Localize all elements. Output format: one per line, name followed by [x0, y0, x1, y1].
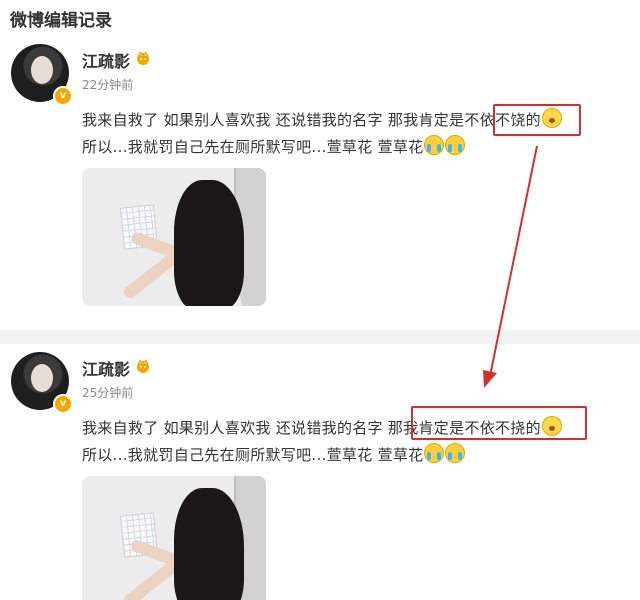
- down-arrow-annotation-icon: [483, 145, 538, 388]
